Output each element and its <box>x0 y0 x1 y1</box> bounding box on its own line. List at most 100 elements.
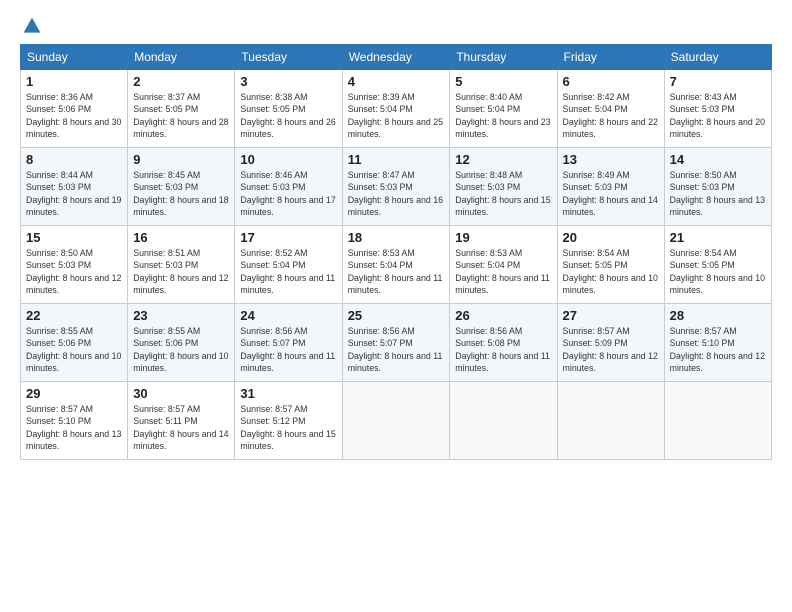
calendar-cell: 11 Sunrise: 8:47 AMSunset: 5:03 PMDaylig… <box>342 148 450 226</box>
calendar-cell <box>664 382 771 460</box>
day-number: 24 <box>240 308 336 323</box>
calendar-cell: 30 Sunrise: 8:57 AMSunset: 5:11 PMDaylig… <box>128 382 235 460</box>
day-number: 15 <box>26 230 122 245</box>
day-info: Sunrise: 8:57 AMSunset: 5:10 PMDaylight:… <box>26 403 122 452</box>
day-number: 3 <box>240 74 336 89</box>
day-info: Sunrise: 8:36 AMSunset: 5:06 PMDaylight:… <box>26 91 122 140</box>
weekday-header-wednesday: Wednesday <box>342 45 450 70</box>
calendar-cell: 22 Sunrise: 8:55 AMSunset: 5:06 PMDaylig… <box>21 304 128 382</box>
day-number: 12 <box>455 152 551 167</box>
day-number: 26 <box>455 308 551 323</box>
weekday-header-thursday: Thursday <box>450 45 557 70</box>
day-info: Sunrise: 8:38 AMSunset: 5:05 PMDaylight:… <box>240 91 336 140</box>
calendar-cell: 29 Sunrise: 8:57 AMSunset: 5:10 PMDaylig… <box>21 382 128 460</box>
logo <box>20 16 42 36</box>
day-info: Sunrise: 8:45 AMSunset: 5:03 PMDaylight:… <box>133 169 229 218</box>
calendar-cell: 15 Sunrise: 8:50 AMSunset: 5:03 PMDaylig… <box>21 226 128 304</box>
day-info: Sunrise: 8:57 AMSunset: 5:12 PMDaylight:… <box>240 403 336 452</box>
day-number: 31 <box>240 386 336 401</box>
day-number: 9 <box>133 152 229 167</box>
day-info: Sunrise: 8:43 AMSunset: 5:03 PMDaylight:… <box>670 91 766 140</box>
calendar-cell: 1 Sunrise: 8:36 AMSunset: 5:06 PMDayligh… <box>21 70 128 148</box>
calendar-week-row: 22 Sunrise: 8:55 AMSunset: 5:06 PMDaylig… <box>21 304 772 382</box>
logo-icon <box>22 16 42 36</box>
day-number: 19 <box>455 230 551 245</box>
day-number: 6 <box>563 74 659 89</box>
calendar-cell: 26 Sunrise: 8:56 AMSunset: 5:08 PMDaylig… <box>450 304 557 382</box>
day-info: Sunrise: 8:37 AMSunset: 5:05 PMDaylight:… <box>133 91 229 140</box>
calendar-cell: 9 Sunrise: 8:45 AMSunset: 5:03 PMDayligh… <box>128 148 235 226</box>
day-info: Sunrise: 8:44 AMSunset: 5:03 PMDaylight:… <box>26 169 122 218</box>
day-number: 23 <box>133 308 229 323</box>
calendar-cell: 14 Sunrise: 8:50 AMSunset: 5:03 PMDaylig… <box>664 148 771 226</box>
calendar-cell: 6 Sunrise: 8:42 AMSunset: 5:04 PMDayligh… <box>557 70 664 148</box>
day-number: 25 <box>348 308 445 323</box>
page-header <box>20 16 772 36</box>
calendar-table: SundayMondayTuesdayWednesdayThursdayFrid… <box>20 44 772 460</box>
calendar-cell: 2 Sunrise: 8:37 AMSunset: 5:05 PMDayligh… <box>128 70 235 148</box>
day-info: Sunrise: 8:46 AMSunset: 5:03 PMDaylight:… <box>240 169 336 218</box>
day-number: 30 <box>133 386 229 401</box>
day-number: 20 <box>563 230 659 245</box>
calendar-cell: 20 Sunrise: 8:54 AMSunset: 5:05 PMDaylig… <box>557 226 664 304</box>
day-info: Sunrise: 8:55 AMSunset: 5:06 PMDaylight:… <box>133 325 229 374</box>
day-number: 8 <box>26 152 122 167</box>
day-number: 16 <box>133 230 229 245</box>
calendar-cell: 27 Sunrise: 8:57 AMSunset: 5:09 PMDaylig… <box>557 304 664 382</box>
day-number: 11 <box>348 152 445 167</box>
day-number: 28 <box>670 308 766 323</box>
day-info: Sunrise: 8:50 AMSunset: 5:03 PMDaylight:… <box>670 169 766 218</box>
day-info: Sunrise: 8:56 AMSunset: 5:07 PMDaylight:… <box>240 325 336 374</box>
day-info: Sunrise: 8:48 AMSunset: 5:03 PMDaylight:… <box>455 169 551 218</box>
calendar-cell: 5 Sunrise: 8:40 AMSunset: 5:04 PMDayligh… <box>450 70 557 148</box>
calendar-cell: 23 Sunrise: 8:55 AMSunset: 5:06 PMDaylig… <box>128 304 235 382</box>
day-info: Sunrise: 8:54 AMSunset: 5:05 PMDaylight:… <box>563 247 659 296</box>
calendar-cell: 18 Sunrise: 8:53 AMSunset: 5:04 PMDaylig… <box>342 226 450 304</box>
weekday-header-sunday: Sunday <box>21 45 128 70</box>
weekday-header-friday: Friday <box>557 45 664 70</box>
day-number: 29 <box>26 386 122 401</box>
calendar-cell: 17 Sunrise: 8:52 AMSunset: 5:04 PMDaylig… <box>235 226 342 304</box>
day-info: Sunrise: 8:40 AMSunset: 5:04 PMDaylight:… <box>455 91 551 140</box>
day-info: Sunrise: 8:39 AMSunset: 5:04 PMDaylight:… <box>348 91 445 140</box>
day-info: Sunrise: 8:50 AMSunset: 5:03 PMDaylight:… <box>26 247 122 296</box>
day-info: Sunrise: 8:55 AMSunset: 5:06 PMDaylight:… <box>26 325 122 374</box>
day-info: Sunrise: 8:57 AMSunset: 5:11 PMDaylight:… <box>133 403 229 452</box>
weekday-header-row: SundayMondayTuesdayWednesdayThursdayFrid… <box>21 45 772 70</box>
calendar-cell: 21 Sunrise: 8:54 AMSunset: 5:05 PMDaylig… <box>664 226 771 304</box>
day-info: Sunrise: 8:42 AMSunset: 5:04 PMDaylight:… <box>563 91 659 140</box>
day-info: Sunrise: 8:49 AMSunset: 5:03 PMDaylight:… <box>563 169 659 218</box>
calendar-cell: 28 Sunrise: 8:57 AMSunset: 5:10 PMDaylig… <box>664 304 771 382</box>
day-number: 21 <box>670 230 766 245</box>
calendar-cell: 19 Sunrise: 8:53 AMSunset: 5:04 PMDaylig… <box>450 226 557 304</box>
calendar-week-row: 15 Sunrise: 8:50 AMSunset: 5:03 PMDaylig… <box>21 226 772 304</box>
day-info: Sunrise: 8:52 AMSunset: 5:04 PMDaylight:… <box>240 247 336 296</box>
calendar-week-row: 29 Sunrise: 8:57 AMSunset: 5:10 PMDaylig… <box>21 382 772 460</box>
weekday-header-monday: Monday <box>128 45 235 70</box>
weekday-header-tuesday: Tuesday <box>235 45 342 70</box>
day-info: Sunrise: 8:56 AMSunset: 5:08 PMDaylight:… <box>455 325 551 374</box>
day-number: 18 <box>348 230 445 245</box>
day-number: 22 <box>26 308 122 323</box>
calendar-cell: 3 Sunrise: 8:38 AMSunset: 5:05 PMDayligh… <box>235 70 342 148</box>
day-number: 7 <box>670 74 766 89</box>
calendar-cell: 31 Sunrise: 8:57 AMSunset: 5:12 PMDaylig… <box>235 382 342 460</box>
day-info: Sunrise: 8:57 AMSunset: 5:10 PMDaylight:… <box>670 325 766 374</box>
calendar-week-row: 1 Sunrise: 8:36 AMSunset: 5:06 PMDayligh… <box>21 70 772 148</box>
day-info: Sunrise: 8:53 AMSunset: 5:04 PMDaylight:… <box>455 247 551 296</box>
calendar-week-row: 8 Sunrise: 8:44 AMSunset: 5:03 PMDayligh… <box>21 148 772 226</box>
calendar-cell: 12 Sunrise: 8:48 AMSunset: 5:03 PMDaylig… <box>450 148 557 226</box>
day-number: 1 <box>26 74 122 89</box>
day-number: 17 <box>240 230 336 245</box>
day-info: Sunrise: 8:51 AMSunset: 5:03 PMDaylight:… <box>133 247 229 296</box>
day-info: Sunrise: 8:53 AMSunset: 5:04 PMDaylight:… <box>348 247 445 296</box>
calendar-cell: 8 Sunrise: 8:44 AMSunset: 5:03 PMDayligh… <box>21 148 128 226</box>
calendar-cell <box>342 382 450 460</box>
calendar-cell <box>557 382 664 460</box>
day-number: 27 <box>563 308 659 323</box>
calendar-cell: 7 Sunrise: 8:43 AMSunset: 5:03 PMDayligh… <box>664 70 771 148</box>
calendar-cell: 24 Sunrise: 8:56 AMSunset: 5:07 PMDaylig… <box>235 304 342 382</box>
day-number: 13 <box>563 152 659 167</box>
weekday-header-saturday: Saturday <box>664 45 771 70</box>
day-info: Sunrise: 8:57 AMSunset: 5:09 PMDaylight:… <box>563 325 659 374</box>
